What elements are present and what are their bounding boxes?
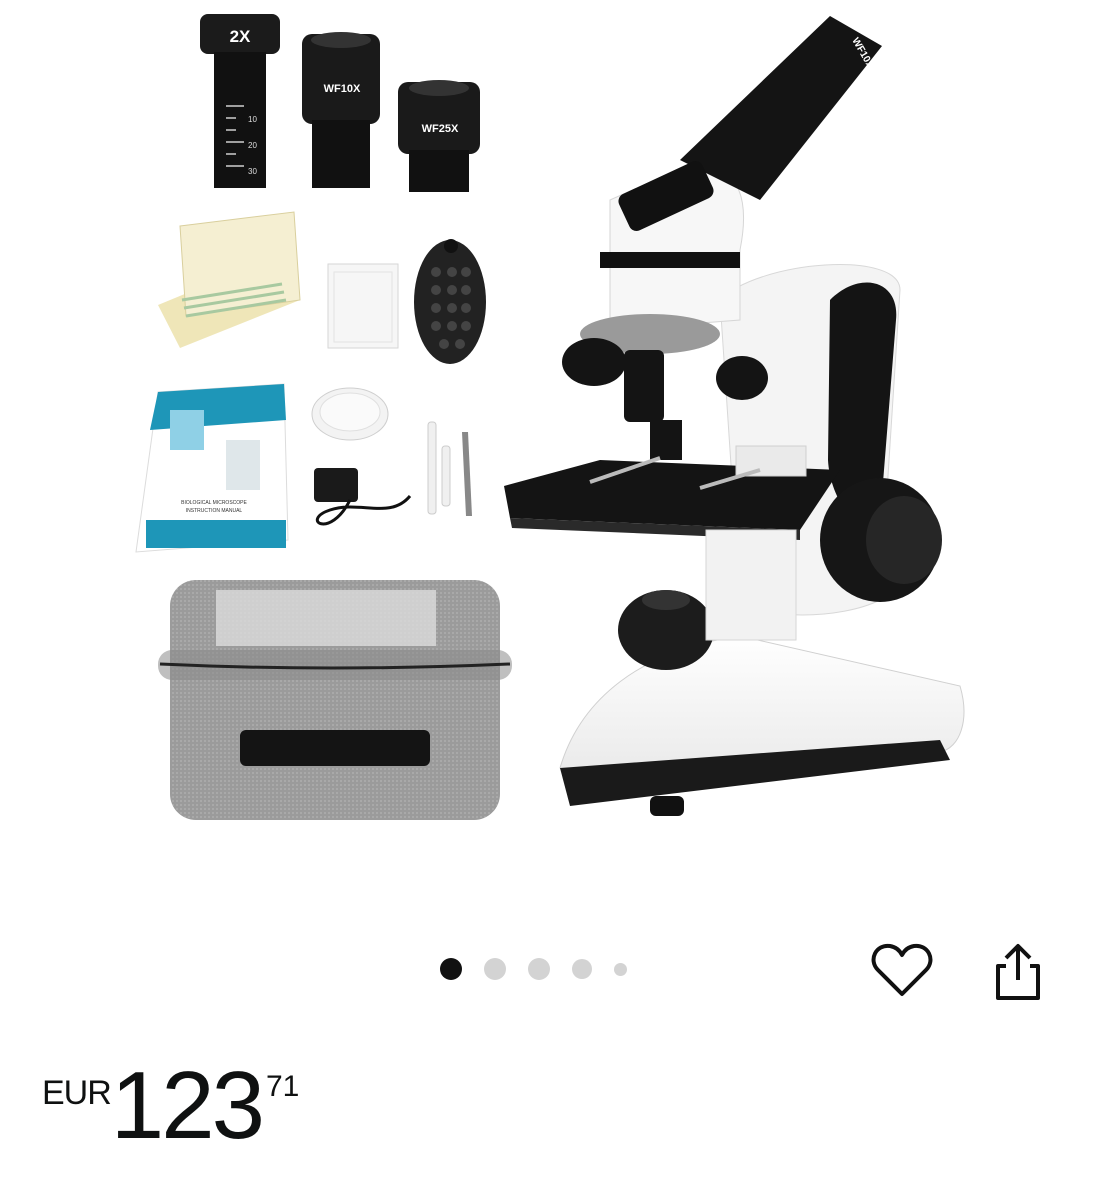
eyepiece-2x-label: 2X — [230, 27, 251, 46]
carousel-dots[interactable] — [440, 958, 627, 980]
eyepiece-wf25x-label: WF25X — [422, 123, 459, 135]
carousel-dot-4[interactable] — [572, 959, 592, 979]
petri-dish — [311, 387, 389, 441]
instruction-manual: BIOLOGICAL MICROSCOPE INSTRUCTION MANUAL — [135, 383, 289, 553]
scale-label-20: 20 — [248, 141, 257, 150]
manual-title-line-2: INSTRUCTION MANUAL — [186, 508, 243, 514]
price-fraction: 71 — [265, 1070, 300, 1103]
product-image[interactable]: 2X 10 20 30 WF10X WF25X BIOLOGICAL MICRO… — [0, 0, 1095, 900]
pipettes — [427, 421, 451, 515]
carousel-dot-2[interactable] — [484, 958, 506, 980]
price: EUR 123 71 — [42, 1058, 299, 1154]
slide-box — [158, 211, 301, 348]
eyepiece-wf10x-label: WF10X — [324, 83, 361, 95]
manual-title-line-1: BIOLOGICAL MICROSCOPE — [181, 500, 247, 506]
tweezers — [462, 432, 472, 516]
carry-case — [158, 580, 512, 820]
eyepiece-2x: 2X 10 20 30 — [200, 14, 280, 188]
share-icon[interactable] — [990, 940, 1046, 1004]
eyepiece-wf10x: WF10X — [302, 32, 380, 188]
power-adapter — [314, 468, 412, 526]
phone-adapter — [414, 239, 486, 364]
carousel-dot-3[interactable] — [528, 958, 550, 980]
eyepiece-wf25x: WF25X — [398, 80, 480, 192]
carousel-dot-1[interactable] — [440, 958, 462, 980]
price-currency: EUR — [42, 1074, 112, 1112]
microscope: WF10X — [504, 16, 965, 816]
scale-label-30: 30 — [248, 167, 257, 176]
scale-label-10: 10 — [248, 115, 257, 124]
price-whole: 123 — [110, 1052, 265, 1159]
cover-slips — [327, 263, 399, 349]
carousel-dot-5[interactable] — [614, 962, 627, 976]
heart-icon[interactable] — [870, 940, 934, 1000]
